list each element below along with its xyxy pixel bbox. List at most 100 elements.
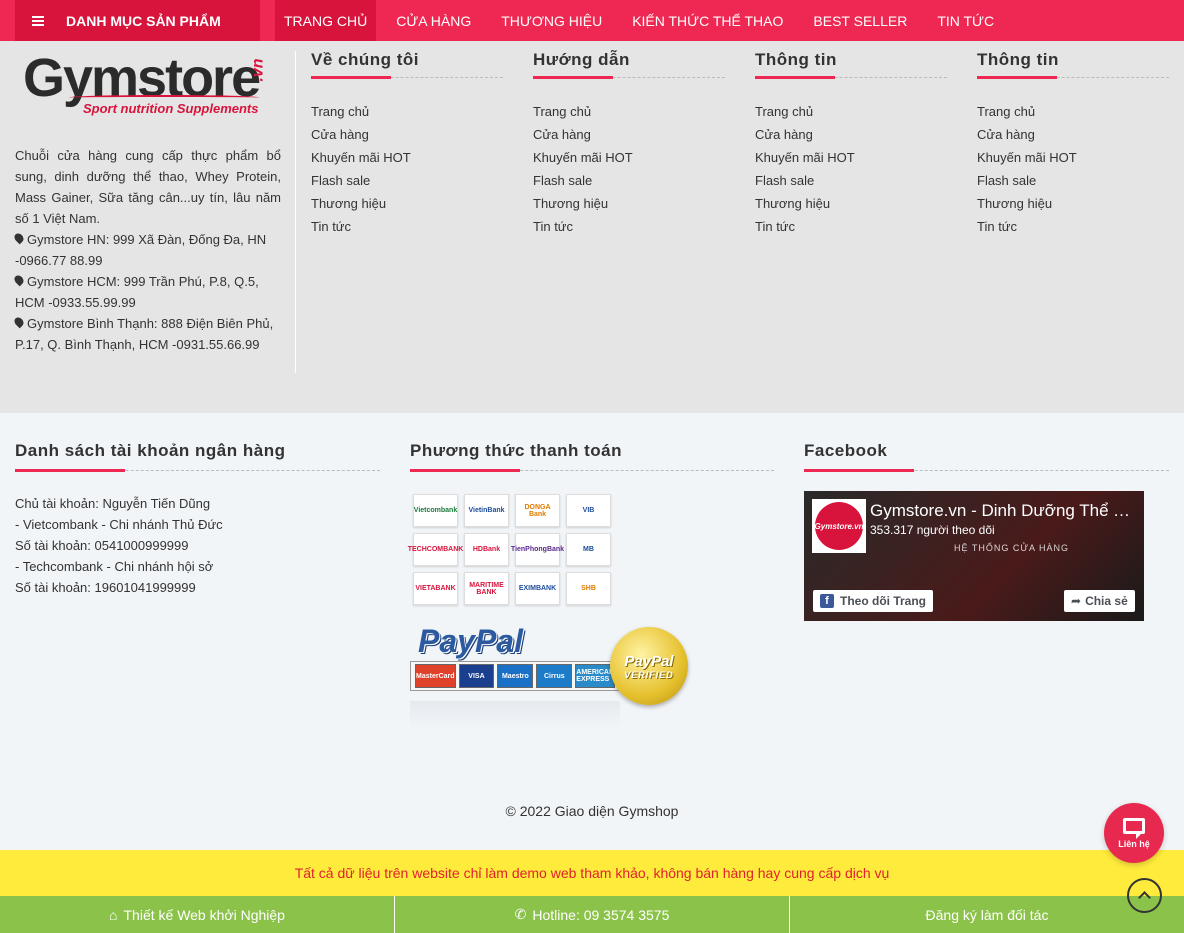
footer-link[interactable]: Tin tức (533, 215, 725, 238)
footer-column-title: Về chúng tôi (311, 50, 503, 79)
bank-logo: SHB (566, 572, 611, 605)
facebook-page-widget[interactable]: Gymstore.vn Gymstore.vn - Dinh Dưỡng Thể… (804, 491, 1144, 621)
bank-account-line: Số tài khoản: 19601041999999 (15, 580, 196, 595)
facebook-page-name[interactable]: Gymstore.vn - Dinh Dưỡng Thể Thao (870, 501, 1138, 521)
footer-link-list: Trang chủ Cửa hàng Khuyến mãi HOT Flash sal… (533, 100, 725, 238)
payment-title: Phương thức thanh toán (410, 441, 774, 472)
card-logo: MasterCard (415, 664, 456, 688)
footer-column-title: Thông tin (977, 50, 1169, 79)
demo-notice: Tất cả dữ liệu trên website chỉ làm demo… (0, 850, 1184, 896)
facebook-follow-button[interactable]: f Theo dõi Trang (813, 590, 933, 612)
bank-logo: VIETABANK (413, 572, 458, 605)
bank-account-line: Số tài khoản: 0541000999999 (15, 538, 189, 553)
category-menu-label: DANH MỤC SẢN PHẨM (66, 12, 221, 29)
contact-button[interactable]: Liên hệ (1104, 803, 1164, 863)
bank-logo: VIB (566, 494, 611, 527)
category-menu-button[interactable]: DANH MỤC SẢN PHẨM (15, 0, 260, 41)
store-address: Gymstore HCM: 999 Trần Phú, P.8, Q.5, HC… (12, 271, 281, 313)
footer-column: Hướng dẫn Trang chủ Cửa hàng Khuyến mãi HOT… (533, 50, 725, 238)
bank-account-line: - Techcombank - Chi nhánh hội sở (15, 559, 214, 574)
footer-link[interactable]: Khuyến mãi HOT (311, 146, 503, 169)
hamburger-icon (32, 15, 44, 26)
card-logo: Cirrus (536, 664, 573, 688)
nav-item-3[interactable]: KIẾN THỨC THỂ THAO (622, 0, 793, 41)
footer-column: Thông tin Trang chủ Cửa hàng Khuyến mãi HOT… (977, 50, 1169, 238)
footer-link[interactable]: Khuyến mãi HOT (977, 146, 1169, 169)
bottom-bar-item-2[interactable]: Đăng ký làm đối tác (790, 896, 1184, 933)
chat-icon (1123, 817, 1145, 839)
bank-account-line: Chủ tài khoản: Nguyễn Tiến Dũng (15, 496, 211, 511)
bank-logo: MB (566, 533, 611, 566)
footer-link[interactable]: Khuyến mãi HOT (755, 146, 947, 169)
store-address: Gymstore HN: 999 Xã Đàn, Đống Đa, HN -09… (12, 229, 281, 271)
footer-link[interactable]: Thương hiệu (311, 192, 503, 215)
about-section: Gymstore .vn Sport nutrition Supplements… (12, 51, 281, 355)
gymstore-logo[interactable]: Gymstore .vn Sport nutrition Supplements (23, 51, 273, 121)
footer-link[interactable]: Trang chủ (311, 100, 503, 123)
footer-link[interactable]: Flash sale (755, 169, 947, 192)
nav-item-1[interactable]: CỬA HÀNG (386, 0, 481, 41)
facebook-section: Facebook Gymstore.vn Gymstore.vn - Dinh … (804, 441, 1169, 621)
footer-link[interactable]: Flash sale (311, 169, 503, 192)
payment-section: Phương thức thanh toán Vietcombank Vietin… (408, 441, 774, 733)
facebook-icon: f (820, 594, 834, 608)
footer-link-list: Trang chủ Cửa hàng Khuyến mãi HOT Flash sal… (755, 100, 947, 238)
bottom-action-bar: ⌂ Thiết kế Web khởi Nghiệp ✆ Hotline: 09 35… (0, 896, 1184, 933)
footer-link[interactable]: Tin tức (977, 215, 1169, 238)
main-nav: DANH MỤC SẢN PHẨM TRANG CHỦ CỬA HÀNG THƯƠN… (0, 0, 1184, 41)
nav-item-4[interactable]: BEST SELLER (803, 0, 917, 41)
footer-column-title: Thông tin (755, 50, 947, 79)
footer-column-title: Hướng dẫn (533, 50, 725, 79)
footer-link[interactable]: Cửa hàng (755, 123, 947, 146)
facebook-page-avatar[interactable]: Gymstore.vn (812, 499, 866, 553)
paypal-logo: PayPal (418, 623, 523, 659)
footer-top: Gymstore .vn Sport nutrition Supplements… (0, 41, 1184, 413)
footer-link[interactable]: Trang chủ (755, 100, 947, 123)
about-description: Chuỗi cửa hàng cung cấp thực phẩm bổ sun… (15, 148, 281, 226)
divider (295, 51, 296, 373)
footer-link[interactable]: Thương hiệu (977, 192, 1169, 215)
bank-account-line: - Vietcombank - Chi nhánh Thủ Đức (15, 517, 223, 532)
bottom-bar-item-0[interactable]: ⌂ Thiết kế Web khởi Nghiệp (0, 896, 395, 933)
back-to-top-button[interactable] (1127, 878, 1162, 913)
bank-logo: MARITIME BANK (464, 572, 509, 605)
bank-logo: VietinBank (464, 494, 509, 527)
store-address: Gymstore Bình Thạnh: 888 Điện Biên Phủ, … (12, 313, 281, 355)
bank-logo: TienPhongBank (511, 533, 564, 566)
bank-accounts-title: Danh sách tài khoản ngân hàng (15, 441, 380, 472)
bank-logo: EXIMBANK (515, 572, 560, 605)
paypal-verified-banner: PayPal MasterCard VISA Maestro Cirrus AMERIC… (410, 623, 690, 733)
nav-item-5[interactable]: TIN TỨC (927, 0, 1004, 41)
card-logo: Maestro (497, 664, 534, 688)
map-marker-icon (12, 315, 26, 329)
footer-link[interactable]: Khuyến mãi HOT (533, 146, 725, 169)
nav-item-2[interactable]: THƯƠNG HIỆU (491, 0, 612, 41)
footer-column: Về chúng tôi Trang chủ Cửa hàng Khuyến mãi … (311, 50, 503, 238)
copyright: © 2022 Giao diện Gymshop (505, 803, 679, 819)
phone-icon: ✆ (514, 906, 527, 922)
chevron-up-icon (1138, 891, 1151, 904)
facebook-followers: 353.317 người theo dõi (870, 523, 995, 537)
footer-link[interactable]: Thương hiệu (755, 192, 947, 215)
footer-link-list: Trang chủ Cửa hàng Khuyến mãi HOT Flash sal… (977, 100, 1169, 238)
card-logo: VISA (458, 664, 495, 688)
facebook-share-button[interactable]: ➦ Chia sẻ (1064, 590, 1135, 612)
footer-link[interactable]: Tin tức (311, 215, 503, 238)
bank-accounts-section: Danh sách tài khoản ngân hàng Chủ tài kh… (15, 441, 380, 598)
footer-link[interactable]: Cửa hàng (311, 123, 503, 146)
footer-link[interactable]: Trang chủ (977, 100, 1169, 123)
bank-logo: DONGA Bank (515, 494, 560, 527)
footer-link[interactable]: Trang chủ (533, 100, 725, 123)
footer-column: Thông tin Trang chủ Cửa hàng Khuyến mãi HOT… (755, 50, 947, 238)
nav-item-0[interactable]: TRANG CHỦ (275, 0, 377, 41)
facebook-title: Facebook (804, 441, 1169, 472)
footer-link[interactable]: Thương hiệu (533, 192, 725, 215)
footer-link[interactable]: Cửa hàng (533, 123, 725, 146)
bottom-bar-item-1[interactable]: ✆ Hotline: 09 3574 3575 (395, 896, 790, 933)
share-arrow-icon: ➦ (1071, 594, 1082, 608)
footer-link[interactable]: Cửa hàng (977, 123, 1169, 146)
paypal-verified-badge: PayPal VERIFIED (610, 627, 688, 705)
footer-link[interactable]: Flash sale (977, 169, 1169, 192)
footer-link[interactable]: Flash sale (533, 169, 725, 192)
footer-link[interactable]: Tin tức (755, 215, 947, 238)
